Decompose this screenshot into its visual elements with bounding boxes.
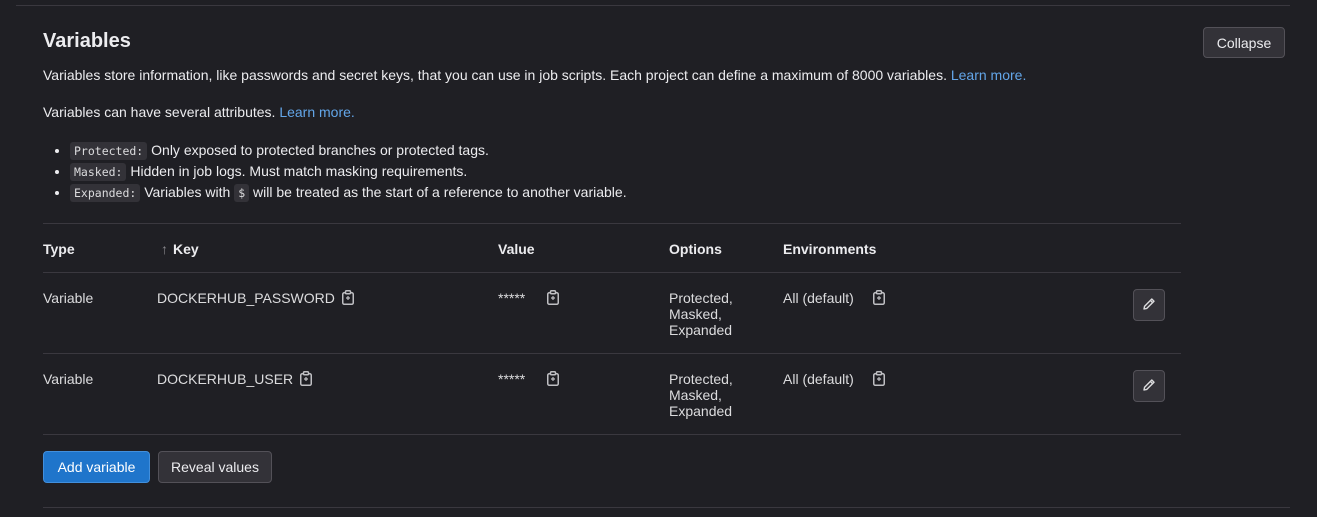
column-header-value: Value (498, 241, 535, 257)
top-divider (16, 5, 1290, 6)
column-header-options: Options (669, 241, 722, 257)
option-masked: Masked, (669, 306, 722, 322)
copy-environment-icon[interactable] (873, 290, 885, 305)
attribute-masked: Masked: Hidden in job logs. Must match m… (70, 161, 627, 182)
reveal-values-button[interactable]: Reveal values (158, 451, 272, 483)
attribute-text: will be treated as the start of a refere… (249, 184, 627, 200)
column-header-type: Type (43, 241, 75, 257)
attributes-learn-more-link[interactable]: Learn more. (279, 104, 354, 120)
attribute-code: Protected: (70, 142, 148, 160)
table-header-divider (43, 272, 1181, 273)
copy-environment-icon[interactable] (873, 371, 885, 386)
attributes-list: Protected: Only exposed to protected bra… (43, 140, 627, 203)
row-key: DOCKERHUB_PASSWORD (157, 290, 335, 306)
row-type: Variable (43, 371, 94, 387)
option-expanded: Expanded (669, 322, 733, 338)
attribute-text: Only exposed to protected branches or pr… (147, 142, 489, 158)
option-masked: Masked, (669, 387, 722, 403)
attribute-text: Hidden in job logs. Must match masking r… (126, 163, 468, 179)
row-type: Variable (43, 290, 94, 306)
collapse-button[interactable]: Collapse (1203, 27, 1285, 58)
dollar-code: $ (234, 184, 250, 202)
table-top-divider (43, 223, 1181, 224)
section-description: Variables store information, like passwo… (43, 67, 1026, 83)
copy-value-icon[interactable] (547, 371, 559, 386)
row-value: ***** (498, 371, 526, 387)
copy-value-icon[interactable] (547, 290, 559, 305)
row-options: Protected, Masked, Expanded (669, 290, 733, 338)
pencil-icon (1142, 297, 1156, 314)
row-key: DOCKERHUB_USER (157, 371, 294, 387)
attributes-intro-text: Variables can have several attributes. (43, 104, 276, 120)
bottom-divider (43, 507, 1290, 508)
section-title: Variables (43, 30, 131, 52)
attribute-text: Variables with (140, 184, 235, 200)
description-text: Variables store information, like passwo… (43, 67, 947, 83)
row-value: ***** (498, 290, 526, 306)
option-expanded: Expanded (669, 403, 733, 419)
attribute-code: Masked: (70, 163, 127, 181)
column-header-environments: Environments (783, 241, 877, 257)
pencil-icon (1142, 378, 1156, 395)
edit-variable-button[interactable] (1133, 370, 1165, 402)
option-protected: Protected, (669, 290, 733, 306)
column-header-key[interactable]: ↑ Key (161, 241, 199, 257)
row-environment: All (default) (783, 371, 854, 387)
arrow-up-icon: ↑ (161, 241, 168, 257)
description-learn-more-link[interactable]: Learn more. (951, 67, 1026, 83)
option-protected: Protected, (669, 371, 733, 387)
add-variable-button[interactable]: Add variable (43, 451, 150, 483)
copy-key-icon[interactable] (342, 290, 354, 305)
attribute-code: Expanded: (70, 184, 141, 202)
attribute-expanded: Expanded: Variables with $ will be treat… (70, 182, 627, 203)
attribute-protected: Protected: Only exposed to protected bra… (70, 140, 627, 161)
row-options: Protected, Masked, Expanded (669, 371, 733, 419)
row-environment: All (default) (783, 290, 854, 306)
edit-variable-button[interactable] (1133, 289, 1165, 321)
column-header-key-label: Key (173, 241, 199, 257)
attributes-intro: Variables can have several attributes. L… (43, 104, 355, 120)
table-bottom-divider (43, 434, 1181, 435)
copy-key-icon[interactable] (300, 371, 312, 386)
row-divider (43, 353, 1181, 354)
